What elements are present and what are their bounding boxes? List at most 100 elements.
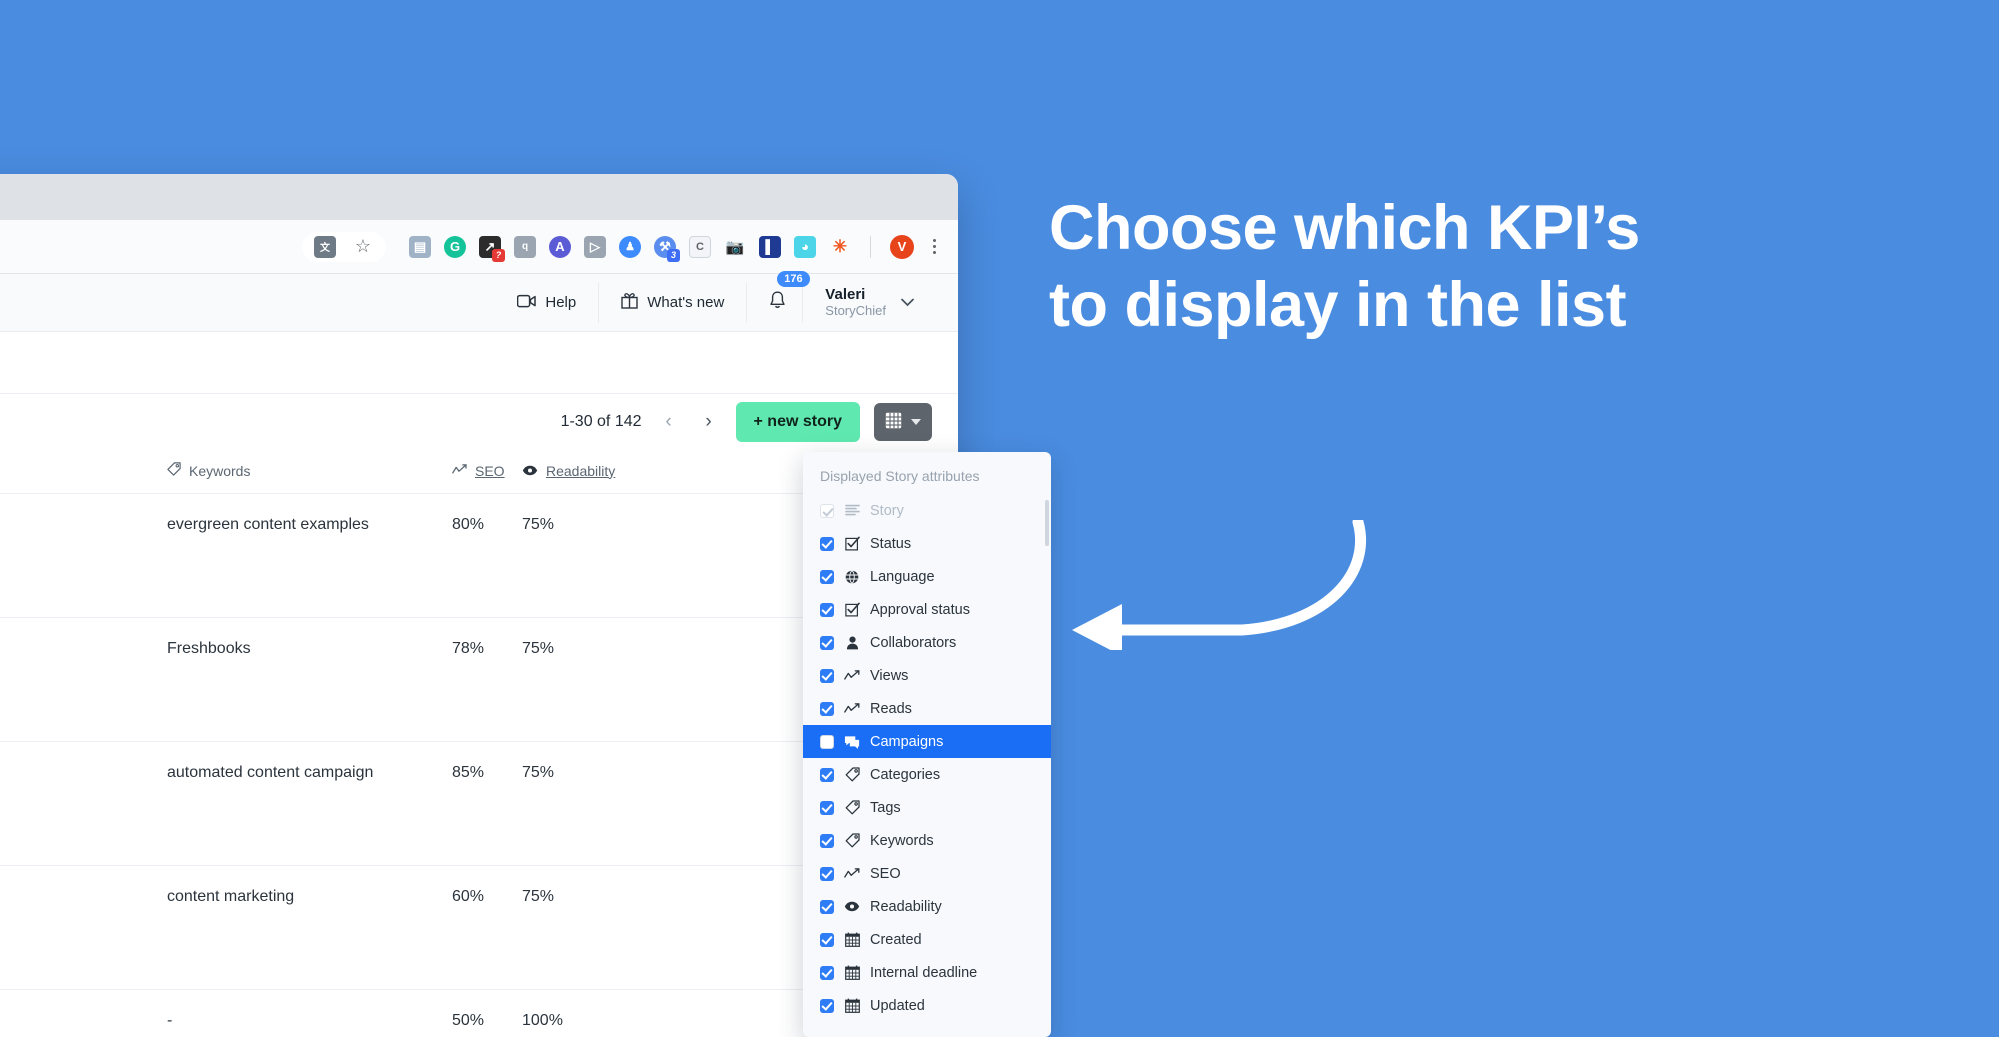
tag-icon	[844, 833, 860, 848]
user-info: Valeri StoryChief	[825, 286, 886, 318]
ahrefs-extension-icon[interactable]: A	[549, 235, 571, 258]
dropdown-item-categories[interactable]: Categories	[803, 758, 1051, 791]
column-header-readability[interactable]: Readability	[522, 450, 627, 494]
checkbox-readability[interactable]	[820, 899, 834, 914]
whats-new-button[interactable]: What's new	[598, 282, 746, 323]
dropdown-item-campaigns[interactable]: Campaigns	[803, 725, 1051, 758]
calendar-icon	[844, 932, 860, 947]
checkbox-language[interactable]	[820, 569, 834, 584]
browser-menu-icon[interactable]	[927, 237, 942, 256]
cell-keywords: automated content campaign	[167, 741, 452, 866]
prev-page-button[interactable]: ‹	[656, 409, 682, 435]
next-page-button[interactable]: ›	[696, 409, 722, 435]
help-label: Help	[545, 294, 577, 311]
dropdown-item-keywords[interactable]: Keywords	[803, 824, 1051, 857]
analytics-extension-icon[interactable]: ↗?	[479, 235, 505, 262]
dropdown-item-approval-status[interactable]: Approval status	[803, 593, 1051, 626]
checkbox-campaigns[interactable]	[820, 734, 834, 749]
chart-line-icon	[844, 669, 860, 682]
column-header-seo[interactable]: SEO	[452, 450, 522, 494]
dropdown-list[interactable]: Story Status Language Approval status Collab…	[803, 494, 1051, 1018]
displayed-attributes-dropdown: Displayed Story attributes Story Status La…	[803, 452, 1051, 1037]
column-header-keywords[interactable]: Keywords	[167, 450, 452, 494]
app-header: Help What's new 176 Valeri StoryChief	[0, 270, 958, 332]
tag-icon	[844, 767, 860, 782]
ghost-extension-icon[interactable]: ◕	[794, 235, 816, 258]
dropdown-item-label: Language	[870, 568, 935, 585]
dropdown-item-label: Readability	[870, 898, 942, 915]
promo-line-2: to display in the list	[1049, 269, 1627, 340]
notifications-button[interactable]: 176	[746, 270, 810, 323]
user-name: Valeri	[825, 286, 866, 304]
grid-icon	[885, 412, 902, 432]
browser-tabstrip	[0, 174, 958, 220]
wrench-extension-icon[interactable]: ⚒ 3	[654, 235, 680, 262]
cell-keywords: content marketing	[167, 865, 452, 990]
dropdown-item-reads[interactable]: Reads	[803, 692, 1051, 725]
new-story-button[interactable]: + new story	[735, 402, 860, 442]
people-extension-icon[interactable]: ♟	[619, 235, 641, 258]
lighthouse-extension-icon[interactable]: ▌	[759, 235, 781, 258]
grammarly-icon[interactable]: G	[444, 235, 466, 258]
dropdown-item-seo[interactable]: SEO	[803, 857, 1051, 890]
video-extension-icon[interactable]: ▷	[584, 235, 606, 258]
dropdown-item-tags[interactable]: Tags	[803, 791, 1051, 824]
checkbox-internal-deadline[interactable]	[820, 965, 834, 980]
asterisk-extension-icon[interactable]: ✳	[829, 236, 851, 258]
checkbox-categories[interactable]	[820, 767, 834, 782]
dropdown-item-label: Internal deadline	[870, 964, 978, 981]
dropdown-item-internal-deadline[interactable]: Internal deadline	[803, 956, 1051, 989]
camera-extension-icon[interactable]: 📷	[724, 236, 746, 258]
checkbox-story	[820, 503, 834, 518]
checkbox-created[interactable]	[820, 932, 834, 947]
google-translate-icon[interactable]: 文	[314, 235, 336, 258]
checkbox-approval-status[interactable]	[820, 602, 834, 617]
dropdown-item-readability[interactable]: Readability	[803, 890, 1051, 923]
checkbox-updated[interactable]	[820, 998, 834, 1013]
calendar-icon	[844, 965, 860, 980]
dropdown-item-label: Approval status	[870, 601, 970, 618]
checkbox-keywords[interactable]	[820, 833, 834, 848]
browser-profile-avatar[interactable]: V	[890, 234, 914, 259]
cell-categories: O and 2 more	[0, 865, 167, 990]
content-spacer	[0, 332, 958, 394]
dropdown-item-created[interactable]: Created	[803, 923, 1051, 956]
list-toolbar: 1-30 of 142 ‹ › + new story	[0, 394, 958, 450]
cell-keywords: evergreen content examples	[167, 493, 452, 618]
dropdown-title: Displayed Story attributes	[820, 468, 980, 484]
screenshot-extension-icon[interactable]: ▤	[409, 235, 431, 258]
cell-readability: 75%	[522, 741, 627, 866]
calendar-extension-icon[interactable]: C	[689, 235, 711, 258]
view-options-button[interactable]	[874, 403, 932, 441]
pagination-label: 1-30 of 142	[560, 413, 642, 430]
bookmark-star-icon[interactable]: ☆	[352, 236, 374, 258]
checkbox-tags[interactable]	[820, 800, 834, 815]
user-org: StoryChief	[825, 302, 886, 318]
notification-badge: 176	[777, 270, 810, 287]
cell-categories: ntent Strategy and 1 more	[0, 493, 167, 618]
dropdown-item-label: Updated	[870, 997, 925, 1014]
dropdown-item-updated[interactable]: Updated	[803, 989, 1051, 1018]
dropdown-item-views[interactable]: Views	[803, 659, 1051, 692]
cell-seo: 50%	[452, 989, 522, 1037]
check-square-icon	[844, 602, 860, 617]
checkbox-views[interactable]	[820, 668, 834, 683]
cell-seo: 80%	[452, 493, 522, 618]
help-button[interactable]: Help	[495, 283, 598, 323]
checkbox-seo[interactable]	[820, 866, 834, 881]
tag-icon	[844, 800, 860, 815]
dropdown-item-collaborators[interactable]: Collaborators	[803, 626, 1051, 659]
dropdown-item-status[interactable]: Status	[803, 527, 1051, 560]
speech-bubble-extension-icon[interactable]: q	[514, 235, 536, 258]
tag-icon	[167, 462, 181, 479]
cell-seo: 78%	[452, 617, 522, 742]
checkbox-reads[interactable]	[820, 701, 834, 716]
checkbox-status[interactable]	[820, 536, 834, 551]
column-header-categories[interactable]	[0, 450, 167, 494]
dropdown-item-language[interactable]: Language	[803, 560, 1051, 593]
checkbox-collaborators[interactable]	[820, 635, 834, 650]
cell-readability: 75%	[522, 617, 627, 742]
user-menu[interactable]: Valeri StoryChief	[802, 282, 936, 323]
dropdown-scrollbar[interactable]	[1045, 500, 1049, 546]
dropdown-item-story: Story	[803, 494, 1051, 527]
